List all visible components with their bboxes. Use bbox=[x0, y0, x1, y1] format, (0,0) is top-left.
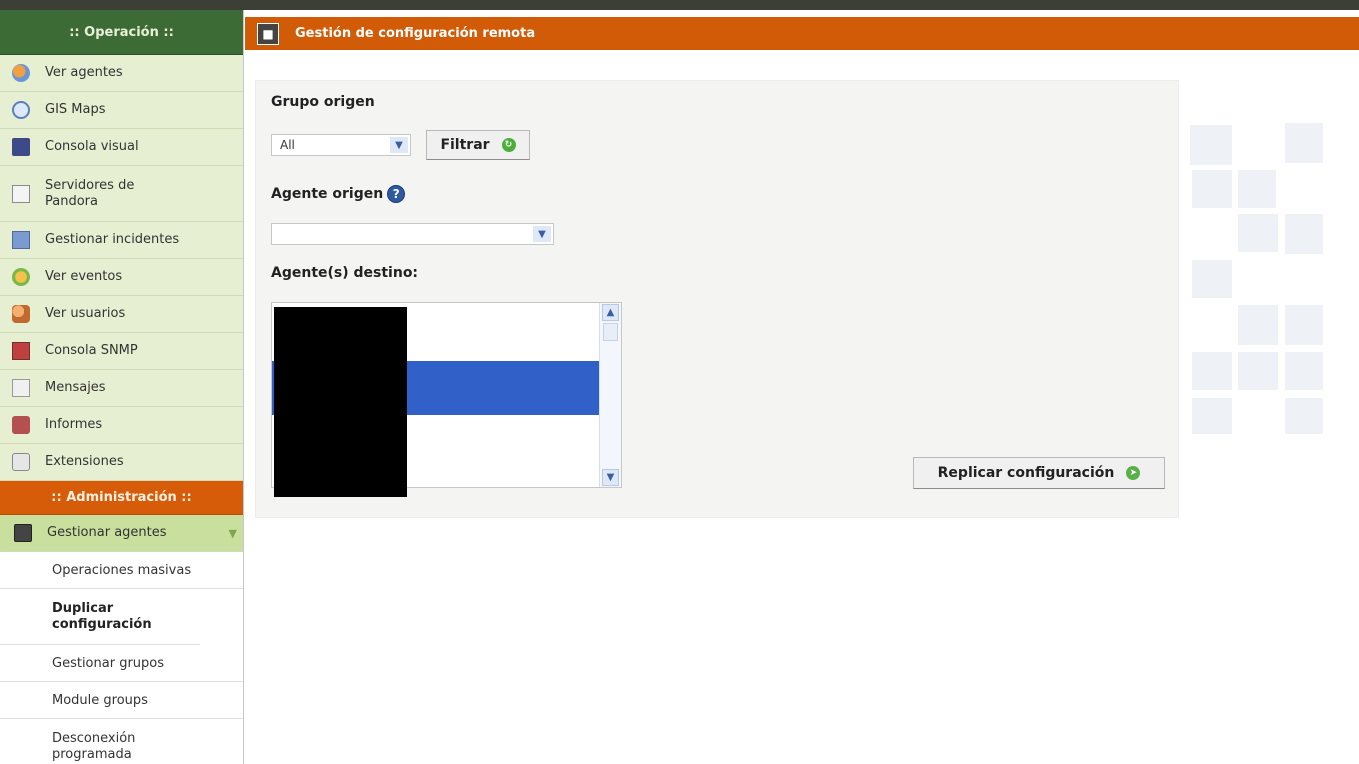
target-agents-label: Agente(s) destino: bbox=[271, 265, 419, 281]
decor-square bbox=[1285, 305, 1323, 345]
filter-button[interactable]: Filtrar ↻ bbox=[426, 130, 530, 160]
arrow-right-icon: ➤ bbox=[1126, 466, 1141, 480]
sidebar-item-ver-eventos[interactable]: Ver eventos bbox=[0, 259, 243, 296]
sidebar-item-ver-agentes[interactable]: Ver agentes bbox=[0, 55, 243, 92]
sidebar-item-label: Servidores de Pandora bbox=[45, 177, 135, 209]
decor-square bbox=[1192, 398, 1232, 434]
refresh-icon: ↻ bbox=[501, 138, 516, 152]
replicate-config-label: Replicar configuración bbox=[937, 465, 1115, 481]
globe-icon bbox=[12, 101, 30, 119]
list-scrollbar[interactable]: ▲ ▼ bbox=[599, 303, 621, 487]
source-group-select[interactable]: All ▼ bbox=[271, 134, 411, 156]
source-agent-label-row: Agente origen ? bbox=[271, 185, 406, 203]
sidebar-item-label: Ver eventos bbox=[45, 269, 123, 284]
sidebar-sub-desconexion-programada[interactable]: Desconexión programada bbox=[0, 719, 200, 764]
sidebar-item-informes[interactable]: Informes bbox=[0, 407, 243, 444]
page-title: Gestión de configuración remota bbox=[295, 26, 536, 41]
source-group-label: Grupo origen bbox=[271, 94, 375, 110]
sidebar: :: Operación :: Ver agentes GIS Maps Con… bbox=[0, 10, 244, 764]
sidebar-item-consola-snmp[interactable]: Consola SNMP bbox=[0, 333, 243, 370]
users-icon bbox=[12, 305, 30, 323]
scroll-down-icon[interactable]: ▼ bbox=[602, 469, 619, 486]
decor-square bbox=[1238, 352, 1278, 390]
sidebar-item-label: Ver usuarios bbox=[45, 306, 126, 321]
operation-section-header: :: Operación :: bbox=[0, 10, 243, 55]
sidebar-item-gis-maps[interactable]: GIS Maps bbox=[0, 92, 243, 129]
sidebar-item-label: Consola visual bbox=[45, 139, 139, 154]
sidebar-item-label: Gestionar agentes bbox=[47, 525, 167, 540]
decor-square bbox=[1285, 123, 1323, 163]
sidebar-item-label: Gestionar incidentes bbox=[45, 232, 180, 247]
decor-square bbox=[1285, 214, 1323, 254]
source-group-value: All bbox=[280, 138, 295, 152]
chevron-down-icon[interactable]: ▼ bbox=[390, 137, 408, 153]
decor-square bbox=[1192, 170, 1232, 208]
target-agents-list[interactable]: ▲ ▼ bbox=[271, 302, 622, 497]
sidebar-item-servidores[interactable]: Servidores de Pandora bbox=[0, 166, 243, 222]
page-title-bar: ■ Gestión de configuración remota bbox=[245, 17, 1359, 50]
sidebar-item-label: Ver agentes bbox=[45, 65, 123, 80]
decor-square bbox=[1192, 352, 1232, 390]
sidebar-item-label: Mensajes bbox=[45, 380, 106, 395]
incident-icon bbox=[12, 231, 30, 249]
sidebar-sub-gestionar-grupos[interactable]: Gestionar grupos bbox=[0, 645, 243, 682]
decor-square bbox=[1238, 214, 1278, 252]
sidebar-item-extensiones[interactable]: Extensiones bbox=[0, 444, 243, 481]
sidebar-item-mensajes[interactable]: Mensajes bbox=[0, 370, 243, 407]
sidebar-item-label: Consola SNMP bbox=[45, 343, 138, 358]
config-form-panel: Grupo origen All ▼ Filtrar ↻ Agente orig… bbox=[255, 80, 1179, 518]
decor-square bbox=[1190, 125, 1232, 165]
manage-agents-icon: ■ bbox=[257, 22, 279, 45]
decor-square bbox=[1192, 260, 1232, 298]
sidebar-item-label: GIS Maps bbox=[45, 102, 106, 117]
scroll-thumb[interactable] bbox=[603, 323, 618, 341]
sidebar-sub-operaciones-masivas[interactable]: Operaciones masivas bbox=[0, 552, 243, 589]
sidebar-item-consola-visual[interactable]: Consola visual bbox=[0, 129, 243, 166]
redacted-block bbox=[274, 307, 407, 497]
decor-square bbox=[1238, 305, 1278, 345]
reports-icon bbox=[12, 416, 30, 434]
agents-icon bbox=[12, 64, 30, 82]
events-icon bbox=[12, 268, 30, 286]
extensions-icon bbox=[12, 453, 30, 471]
snmp-icon bbox=[12, 342, 30, 360]
monitor-icon bbox=[12, 138, 30, 156]
sidebar-item-ver-usuarios[interactable]: Ver usuarios bbox=[0, 296, 243, 333]
sidebar-sub-duplicar-configuracion[interactable]: Duplicar configuración bbox=[0, 589, 200, 645]
chevron-down-icon: ▼ bbox=[228, 526, 237, 540]
sidebar-item-gestionar-incidentes[interactable]: Gestionar incidentes bbox=[0, 222, 243, 259]
sidebar-sub-module-groups[interactable]: Module groups bbox=[0, 682, 243, 719]
manage-agents-icon bbox=[14, 524, 32, 542]
sidebar-item-gestionar-agentes[interactable]: Gestionar agentes ▼ bbox=[0, 515, 243, 552]
help-icon[interactable]: ? bbox=[387, 185, 406, 203]
source-agent-select[interactable]: ▼ bbox=[271, 223, 554, 245]
decor-square bbox=[1238, 170, 1276, 208]
decor-square bbox=[1285, 352, 1323, 390]
admin-section-header: :: Administración :: bbox=[0, 481, 243, 515]
top-strip bbox=[0, 0, 1359, 10]
source-agent-label: Agente origen bbox=[271, 186, 384, 202]
sidebar-item-label: Informes bbox=[45, 417, 103, 432]
server-icon bbox=[12, 184, 30, 203]
scroll-up-icon[interactable]: ▲ bbox=[602, 304, 619, 321]
chevron-down-icon[interactable]: ▼ bbox=[533, 226, 551, 242]
sidebar-item-label: Extensiones bbox=[45, 454, 124, 469]
decor-square bbox=[1285, 398, 1323, 434]
filter-button-label: Filtrar bbox=[440, 137, 490, 153]
envelope-icon bbox=[12, 379, 30, 397]
replicate-config-button[interactable]: Replicar configuración ➤ bbox=[913, 457, 1165, 489]
